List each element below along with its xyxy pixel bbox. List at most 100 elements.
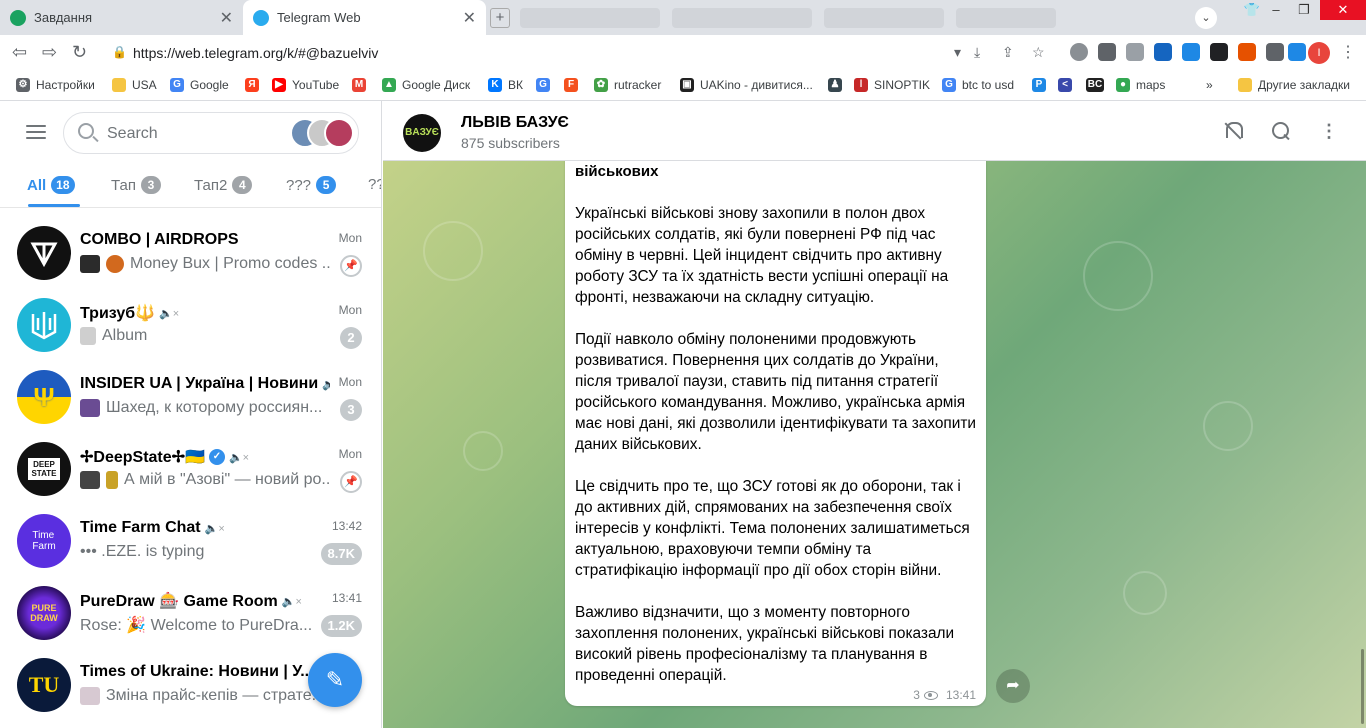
search-box[interactable]: Search [63,112,359,154]
globe-extension-icon[interactable] [1070,43,1088,61]
bookmark-label: Google [190,78,229,92]
bookmark-rutracker[interactable]: ✿ rutracker [594,78,661,92]
chat-item-time-farm[interactable]: Time Farm Time Farm Chat 🔈× 13:42 ••• .EZE… [0,505,381,577]
bookmark-label: Google Диск [402,78,471,92]
folder-label: Тап [111,176,136,194]
bookmark-google[interactable]: G Google [170,78,229,92]
story-avatars[interactable] [290,118,354,148]
url-text[interactable]: https://web.telegram.org/k/#@bazuelviv [133,45,378,61]
chat-item-deepstate[interactable]: DEEP STATE ✢DeepState✢🇺🇦 ✓ 🔈× Mon А мій в "… [0,433,381,505]
forward-arrow-icon[interactable]: ➦ [996,669,1030,703]
bookmark-arrow[interactable]: < [1058,78,1078,92]
bookmark-figure[interactable]: ♟ [828,78,848,92]
bookmark-label: maps [1136,78,1166,92]
bookmark-settings[interactable]: ⚙ Настройки [16,78,95,92]
new-message-pencil-button[interactable]: ✎ [308,653,362,707]
bookmarks-overflow-button[interactable]: » [1206,78,1213,92]
channel-title[interactable]: ЛЬВІВ БАЗУЄ [461,114,569,132]
share-icon[interactable]: ⇪ [1002,44,1014,61]
background-tab[interactable] [956,8,1056,28]
more-options-icon[interactable]: ⋮ [1317,119,1341,143]
tab-zavdannia[interactable]: Завдання ✕ [0,0,243,35]
search-icon[interactable] [1269,119,1293,143]
bookmark-p[interactable]: P [1032,78,1052,92]
close-tab-icon[interactable]: ✕ [463,8,476,28]
chat-name: Тризуб🔱 🔈× [80,303,330,323]
shield-extension-icon[interactable] [1098,43,1116,61]
unread-badge: 8.7K [320,543,362,565]
install-app-icon[interactable]: ⤓ [974,44,980,61]
bookmark-f[interactable]: F [564,78,584,92]
mute-bell-icon[interactable] [1221,119,1245,143]
background-tab[interactable] [520,8,660,28]
tab-telegram-web[interactable]: Telegram Web ✕ [243,0,486,35]
terminal-extension-icon[interactable] [1210,43,1228,61]
search-input[interactable]: Search [107,125,158,143]
profile-avatar[interactable]: I [1308,42,1330,64]
downloads-icon[interactable] [1288,43,1306,61]
chat-item-insider-ua[interactable]: Ψ INSIDER UA | Україна | Новини🔈× Mon Ша… [0,361,381,433]
bookmark-vk[interactable]: K ВК [488,78,523,92]
briefcase-extension-icon[interactable] [1126,43,1144,61]
bookmark-bc[interactable]: BC [1086,78,1110,92]
bookmark-uakino[interactable]: ▣ UAKino - дивитися... [680,78,813,92]
active-tab-indicator [28,204,80,207]
chat-title: ✢DeepState✢🇺🇦 [80,449,205,466]
bookmark-translate[interactable]: G [536,78,556,92]
bookmark-label: Настройки [36,78,95,92]
bookmark-usa[interactable]: USA [112,78,157,92]
folder-tabs: All18 Тап3 Тап24 ???5 ?? [0,166,381,208]
reload-icon[interactable]: ↻ [72,42,87,63]
youtube-icon: ▶ [272,78,286,92]
tab-search-chevron-icon[interactable]: ⌄ [1195,7,1217,29]
bookmark-youtube[interactable]: ▶ YouTube [272,78,339,92]
chat-avatar: Ψ [17,370,71,424]
dropdown-icon[interactable]: ▾ [954,44,961,61]
bookmark-maps[interactable]: ● maps [1116,78,1165,92]
bookmark-gmail[interactable]: M [352,78,372,92]
address-bar[interactable]: 🔒 https://web.telegram.org/k/#@bazuelviv… [102,39,1052,67]
bookmark-btc-to-usd[interactable]: Gbtc to usd [942,78,1014,92]
background-tab[interactable] [824,8,944,28]
chat-header[interactable]: BAЗУЄ ЛЬВІВ БАЗУЄ 875 subscribers ⋮ [383,101,1366,161]
puzzle-extensions-icon[interactable] [1266,43,1284,61]
orange-extension-icon[interactable] [1238,43,1256,61]
chat-avatar: DEEP STATE [17,442,71,496]
chat-item-tryzub[interactable]: Тризуб🔱 🔈× Mon Album 2 [0,289,381,361]
tab-question-marks[interactable]: ??? 5 [286,176,337,194]
browser-menu-icon[interactable]: ⋮ [1340,42,1356,62]
close-tab-icon[interactable]: ✕ [220,8,233,28]
message-bubble[interactable]: військових Українські військові знову за… [565,149,986,706]
bookmark-google-drive[interactable]: ▲ Google Диск [382,78,470,92]
back-arrow-icon[interactable]: ⇦ [12,42,27,63]
minimize-icon[interactable]: – [1262,0,1290,20]
window-close-icon[interactable]: ✕ [1320,0,1366,20]
chat-item-puredraw[interactable]: PURE DRAW PureDraw 🎰 Game Room 🔈× 13:41 Ro… [0,577,381,649]
restore-icon[interactable]: ❐ [1290,0,1318,20]
tab-tap[interactable]: Тап 3 [111,176,161,194]
new-tab-button[interactable]: + [490,8,510,28]
tab-tap2[interactable]: Тап2 4 [194,176,253,194]
background-tab[interactable] [672,8,812,28]
pin-icon: 📌 [340,255,362,277]
forward-arrow-icon[interactable]: ⇨ [42,42,57,63]
hamburger-menu-icon[interactable] [26,125,46,143]
vpn-extension-icon[interactable] [1154,43,1172,61]
chat-item-combo-airdrops[interactable]: COMBO | AIRDROPS Mon Money Bux | Promo c… [0,217,381,289]
bookmark-yandex[interactable]: Я [245,78,265,92]
channel-avatar[interactable]: BAЗУЄ [403,114,441,152]
story-avatar[interactable] [324,118,354,148]
tab-more[interactable]: ?? [368,176,381,193]
p-logo-icon: P [1032,78,1046,92]
bookmark-other[interactable]: Другие закладки [1238,78,1350,92]
bookmark-sinoptik[interactable]: ǀ SINOPTIK [854,78,930,92]
folder-label: All [27,176,47,194]
message-paragraph: Важливо відзначити, що з моменту повторн… [575,604,955,684]
download-extension-icon[interactable] [1182,43,1200,61]
lock-icon[interactable]: 🔒 [112,45,127,59]
bookmark-star-icon[interactable]: ☆ [1032,44,1045,61]
tab-all[interactable]: All 18 [27,176,75,194]
muted-icon: 🔈× [204,522,225,535]
scrollbar[interactable] [1361,649,1364,724]
puredraw-logo-icon: PURE DRAW [30,603,58,623]
